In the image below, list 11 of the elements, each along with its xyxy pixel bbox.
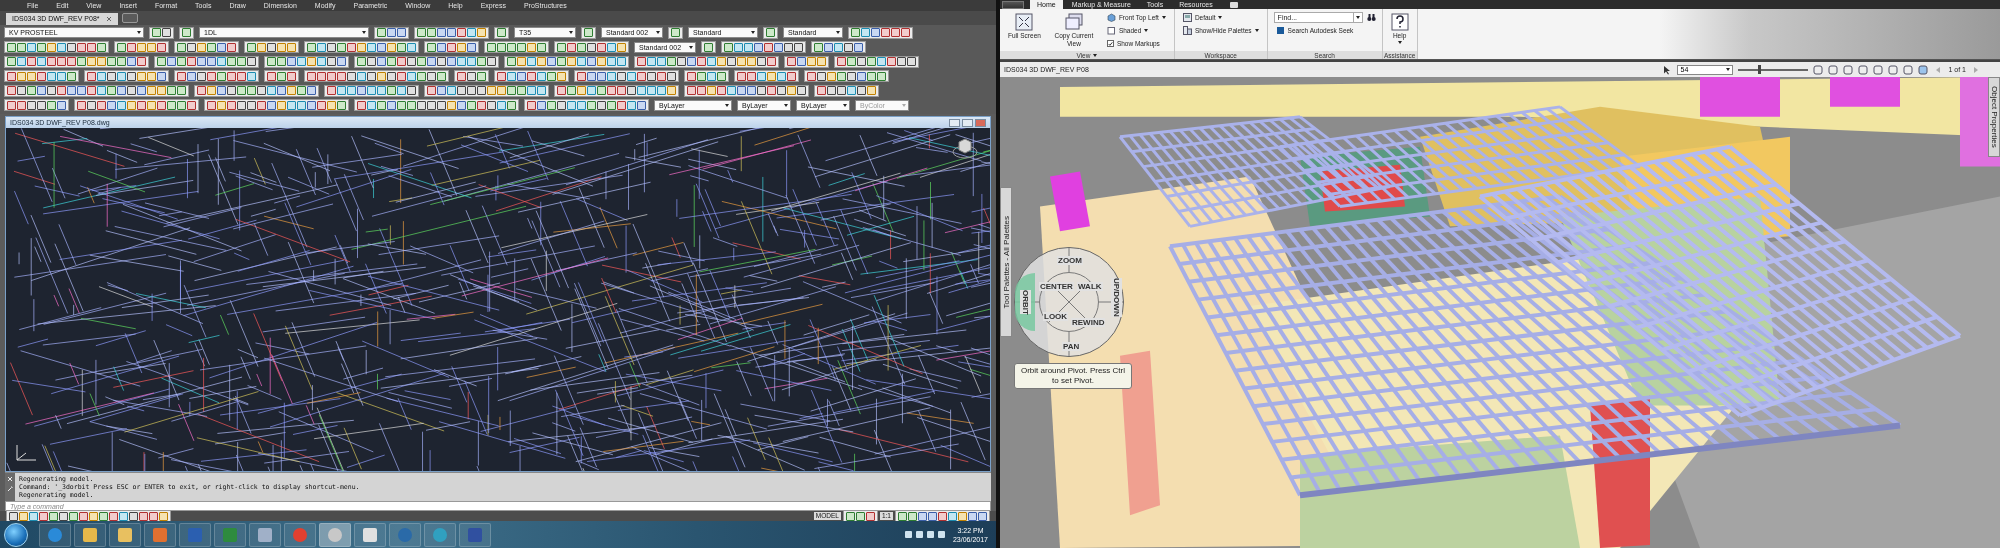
tool-palettes-tab[interactable]: Tool Palettes - All Palettes <box>1000 187 1012 337</box>
wheel-wedge-label[interactable]: WALK <box>1077 282 1103 291</box>
tooltip: Orbit around Pivot. Press Ctrl to set Pivot. <box>1014 363 1132 389</box>
wheel-wedge-label[interactable]: PAN <box>1062 342 1081 351</box>
wheel-wedge[interactable]: ORBIT <box>1015 273 1035 331</box>
wheel-wedge-label[interactable]: LOOK <box>1043 312 1069 321</box>
wheel-wedge-label[interactable]: CENTER <box>1039 282 1074 291</box>
wheel-wedge-label[interactable]: UP/DOWN <box>1111 278 1122 317</box>
wheel-wedge-label[interactable]: ZOOM <box>1057 256 1083 265</box>
object-properties-tab[interactable]: Object Properties <box>1988 77 2000 157</box>
wheel-wedge-label[interactable]: REWIND <box>1071 318 1106 327</box>
